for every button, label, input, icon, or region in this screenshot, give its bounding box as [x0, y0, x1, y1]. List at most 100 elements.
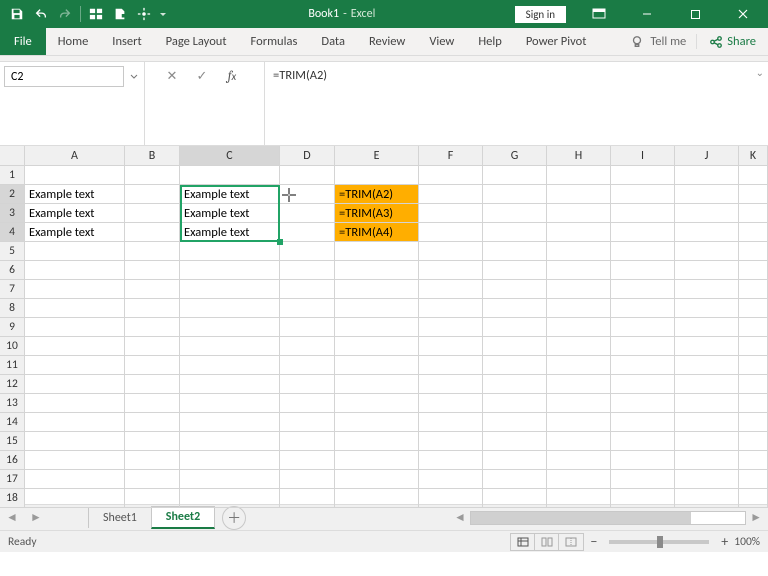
name-box[interactable] [4, 66, 124, 87]
cell[interactable] [483, 223, 547, 242]
col-header-E[interactable]: E [335, 146, 419, 165]
cell[interactable] [739, 356, 768, 375]
cell[interactable] [675, 280, 739, 299]
cell[interactable] [280, 318, 335, 337]
row-header[interactable]: 3 [0, 204, 25, 223]
cell[interactable] [280, 337, 335, 356]
cell[interactable] [335, 242, 419, 261]
cell[interactable] [335, 280, 419, 299]
cell[interactable] [125, 299, 180, 318]
new-sheet-button[interactable]: ＋ [222, 506, 246, 530]
cell[interactable] [180, 432, 280, 451]
cell[interactable] [483, 261, 547, 280]
row-header[interactable]: 15 [0, 432, 25, 451]
row-header[interactable]: 1 [0, 166, 25, 185]
cell[interactable] [280, 261, 335, 280]
worksheet-grid[interactable]: A B C D E F G H I J K 12Example textExam… [0, 146, 768, 504]
col-header-F[interactable]: F [419, 146, 483, 165]
cell[interactable] [675, 470, 739, 489]
cell[interactable] [25, 280, 125, 299]
cell[interactable] [180, 337, 280, 356]
sign-in-button[interactable]: Sign in [515, 6, 566, 23]
cell[interactable] [739, 413, 768, 432]
cell[interactable] [180, 280, 280, 299]
row-header[interactable]: 7 [0, 280, 25, 299]
tab-help[interactable]: Help [466, 28, 513, 55]
cell[interactable] [483, 318, 547, 337]
redo-icon[interactable] [54, 3, 76, 25]
cell[interactable]: =TRIM(A4) [335, 223, 419, 242]
cell[interactable] [125, 470, 180, 489]
cell[interactable] [739, 204, 768, 223]
cell[interactable] [419, 261, 483, 280]
tab-page-layout[interactable]: Page Layout [154, 28, 239, 55]
cell[interactable] [335, 299, 419, 318]
cell[interactable] [419, 337, 483, 356]
cell[interactable] [483, 375, 547, 394]
cell[interactable] [547, 432, 611, 451]
cell[interactable] [335, 261, 419, 280]
cell[interactable] [483, 470, 547, 489]
cell[interactable] [180, 489, 280, 508]
normal-view-icon[interactable] [511, 534, 535, 550]
tell-me-search[interactable]: Tell me [620, 34, 696, 49]
row-header[interactable]: 18 [0, 489, 25, 508]
cell[interactable] [547, 242, 611, 261]
cell[interactable] [739, 223, 768, 242]
cell[interactable] [675, 489, 739, 508]
row-header[interactable]: 16 [0, 451, 25, 470]
cell[interactable] [335, 432, 419, 451]
cell[interactable] [280, 166, 335, 185]
close-icon[interactable] [720, 0, 766, 28]
sheet-tab-sheet2[interactable]: Sheet2 [151, 506, 215, 529]
row-header[interactable]: 11 [0, 356, 25, 375]
cell[interactable] [180, 413, 280, 432]
zoom-slider[interactable] [609, 540, 709, 544]
cell[interactable] [125, 356, 180, 375]
row-header[interactable]: 8 [0, 299, 25, 318]
cell[interactable] [739, 185, 768, 204]
qat-icon[interactable] [109, 3, 131, 25]
maximize-icon[interactable] [672, 0, 718, 28]
cell[interactable] [483, 280, 547, 299]
formula-bar[interactable]: =TRIM(A2) [265, 62, 768, 89]
tab-insert[interactable]: Insert [100, 28, 153, 55]
fill-handle[interactable] [277, 239, 283, 245]
cell[interactable] [25, 299, 125, 318]
cell[interactable] [280, 375, 335, 394]
cell[interactable]: Example text [180, 204, 280, 223]
cell[interactable]: Example text [180, 223, 280, 242]
hscroll-left-icon[interactable]: ◄ [454, 510, 466, 525]
cell[interactable] [611, 489, 675, 508]
cell[interactable] [125, 394, 180, 413]
cell[interactable] [25, 166, 125, 185]
cell[interactable] [335, 337, 419, 356]
cell[interactable] [611, 185, 675, 204]
cell[interactable] [180, 356, 280, 375]
cell[interactable] [419, 375, 483, 394]
cell[interactable] [335, 318, 419, 337]
tab-formulas[interactable]: Formulas [239, 28, 310, 55]
cell[interactable] [547, 185, 611, 204]
cell[interactable] [611, 356, 675, 375]
cell[interactable]: Example text [25, 223, 125, 242]
cell[interactable] [25, 451, 125, 470]
cell[interactable] [611, 204, 675, 223]
horizontal-scrollbar[interactable] [470, 511, 746, 525]
cell[interactable] [335, 413, 419, 432]
cell[interactable] [547, 166, 611, 185]
cell[interactable]: =TRIM(A2) [335, 185, 419, 204]
save-icon[interactable] [6, 3, 28, 25]
sheet-nav-next-icon[interactable]: ► [30, 510, 42, 525]
cell[interactable] [739, 337, 768, 356]
cell[interactable] [483, 185, 547, 204]
cell[interactable] [280, 489, 335, 508]
cell[interactable] [547, 356, 611, 375]
cell[interactable] [125, 413, 180, 432]
cell[interactable] [335, 470, 419, 489]
name-box-dropdown-icon[interactable] [128, 66, 140, 87]
qat-icon[interactable] [85, 3, 107, 25]
cell[interactable]: =TRIM(A3) [335, 204, 419, 223]
zoom-in-icon[interactable]: + [721, 533, 728, 550]
page-layout-view-icon[interactable] [535, 534, 559, 550]
